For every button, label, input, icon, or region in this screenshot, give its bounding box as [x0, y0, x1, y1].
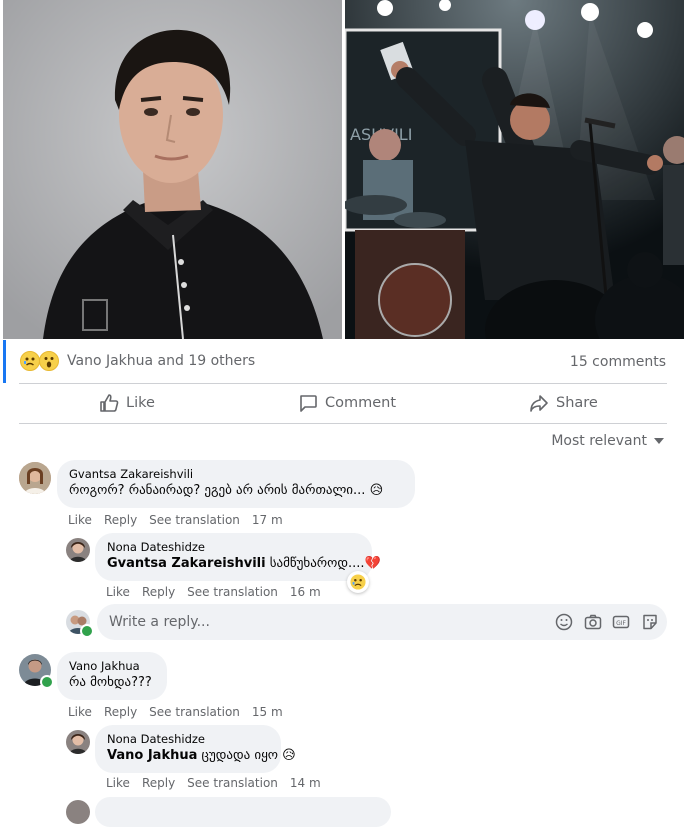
gif-icon[interactable]: GIF [612, 613, 630, 631]
like-button[interactable]: Like [99, 386, 155, 420]
reply-bubble: Nona Dateshidze Vano Jakhua ცუდადა იყო 😥 [95, 725, 296, 773]
mention-link[interactable]: Gvantsa Zakareishvili [107, 556, 266, 571]
broken-heart-emoji-icon: 💔 [364, 556, 381, 571]
portrait-image [3, 0, 342, 339]
comment-author[interactable]: Vano Jakhua [69, 659, 155, 674]
post-photo-concert[interactable]: ASHVILI [345, 0, 684, 339]
mention-link[interactable]: Vano Jakhua [107, 748, 197, 763]
comment-timestamp[interactable]: 15 m [252, 705, 283, 719]
comment-bubble-icon [300, 395, 317, 412]
reply-timestamp[interactable]: 14 m [290, 776, 321, 790]
sort-label: Most relevant [551, 433, 647, 449]
comment-label: Comment [325, 395, 397, 411]
reply-actions: Like Reply See translation 16 m [106, 585, 321, 599]
reply-bubble: Nona Dateshidze Gvantsa Zakareishvili სა… [95, 533, 381, 581]
divider [19, 423, 667, 424]
sad-face-emoji-icon: 😥 [369, 483, 384, 498]
commenter-avatar[interactable] [19, 462, 51, 494]
reply-like-link[interactable]: Like [106, 585, 130, 599]
sticker-icon[interactable] [641, 613, 659, 631]
comment-actions: Like Reply See translation 15 m [68, 705, 283, 719]
comment-text: რა მოხდა??? [69, 675, 152, 690]
sad-face-emoji-icon: 😥 [282, 748, 296, 763]
post-photo-portrait[interactable] [3, 0, 342, 339]
reply-reply-link[interactable]: Reply [142, 585, 175, 599]
reply-bubble [95, 797, 391, 827]
sad-reaction-icon[interactable] [347, 571, 369, 593]
see-translation-link[interactable]: See translation [187, 585, 278, 599]
reply-input[interactable] [107, 613, 531, 631]
reply-author[interactable]: Nona Dateshidze [107, 732, 269, 747]
camera-icon[interactable] [584, 613, 602, 631]
sad-reaction-icon[interactable] [20, 351, 40, 371]
comment-count-link[interactable]: 15 comments [570, 354, 666, 370]
concert-image: ASHVILI [345, 0, 684, 339]
divider [19, 383, 667, 384]
see-translation-link[interactable]: See translation [149, 513, 240, 527]
reactions-bar: Vano Jakhua and 19 others 15 comments [3, 340, 687, 383]
comment-text: როგორ? რანაირად? ეგებ არ არის მართალი...… [69, 483, 384, 498]
reply-actions: Like Reply See translation 14 m [106, 776, 321, 790]
share-label: Share [556, 395, 598, 411]
comment-bubble: Gvantsa Zakareishvili როგორ? რანაირად? ე… [57, 460, 415, 508]
reply-text: Vano Jakhua ცუდადა იყო 😥 [107, 748, 296, 763]
caret-down-icon [654, 438, 664, 444]
comment-like-link[interactable]: Like [68, 705, 92, 719]
see-translation-link[interactable]: See translation [187, 776, 278, 790]
online-status-icon [40, 675, 54, 689]
comment-timestamp[interactable]: 17 m [252, 513, 283, 527]
comment-reply-link[interactable]: Reply [104, 705, 137, 719]
share-arrow-icon [530, 395, 548, 412]
reply-avatar[interactable] [66, 730, 90, 754]
like-label: Like [126, 395, 155, 411]
comment-button[interactable]: Comment [298, 386, 396, 420]
thumbs-up-icon [100, 394, 119, 412]
share-button[interactable]: Share [529, 386, 598, 420]
see-translation-link[interactable]: See translation [149, 705, 240, 719]
reply-reply-link[interactable]: Reply [142, 776, 175, 790]
comment-like-link[interactable]: Like [68, 513, 92, 527]
online-status-icon [80, 624, 94, 638]
comment-author[interactable]: Gvantsa Zakareishvili [69, 467, 403, 482]
reaction-names-link[interactable]: Vano Jakhua and 19 others [67, 353, 255, 369]
reply-text: Gvantsa Zakareishvili სამწუხაროდ....💔 [107, 556, 381, 571]
reply-author[interactable]: Nona Dateshidze [107, 540, 360, 555]
wow-reaction-icon[interactable] [39, 351, 59, 371]
reply-timestamp[interactable]: 16 m [290, 585, 321, 599]
emoji-icon[interactable] [555, 613, 573, 631]
reply-composer: GIF [97, 604, 667, 640]
comment-bubble: Vano Jakhua რა მოხდა??? [57, 652, 167, 700]
comment-reply-link[interactable]: Reply [104, 513, 137, 527]
comment-actions: Like Reply See translation 17 m [68, 513, 283, 527]
comment-sort-dropdown[interactable]: Most relevant [551, 433, 665, 449]
svg-text:GIF: GIF [616, 620, 626, 627]
reply-avatar[interactable] [66, 538, 90, 562]
reply-like-link[interactable]: Like [106, 776, 130, 790]
